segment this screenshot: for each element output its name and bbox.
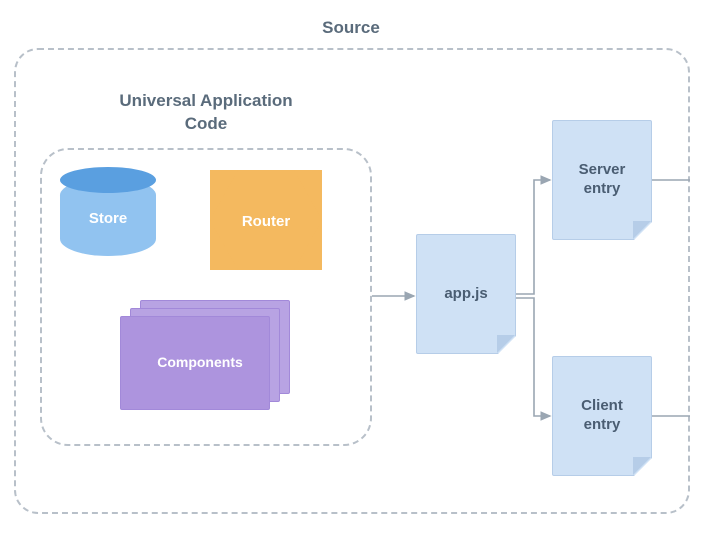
server-entry-file: Server entry — [552, 120, 652, 240]
appjs-label: app.js — [417, 285, 515, 304]
uac-title: Universal Application Code — [106, 90, 306, 136]
server-entry-label: Server entry — [553, 161, 651, 199]
client-entry-file: Client entry — [552, 356, 652, 476]
client-entry-label: Client entry — [553, 397, 651, 435]
router-node: Router — [210, 170, 322, 272]
source-title: Source — [0, 18, 702, 38]
store-label: Store — [60, 210, 156, 227]
appjs-file: app.js — [416, 234, 516, 354]
components-label: Components — [130, 354, 270, 370]
router-label: Router — [210, 170, 322, 272]
components-node: Components — [120, 300, 290, 410]
